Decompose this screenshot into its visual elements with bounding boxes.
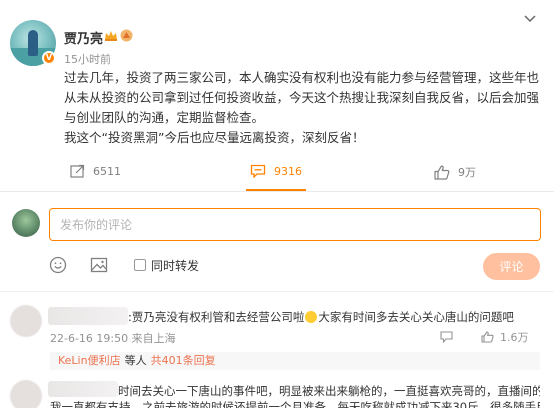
image-icon[interactable] bbox=[90, 256, 108, 274]
commenter-avatar[interactable] bbox=[10, 305, 42, 337]
like-count: 9万 bbox=[458, 166, 476, 179]
reply-etc: 等人 bbox=[124, 354, 147, 367]
thumbs-up-icon[interactable] bbox=[481, 331, 494, 343]
repost-count: 6511 bbox=[93, 164, 121, 178]
commenter-name-redacted bbox=[48, 307, 128, 325]
comment-line: 时间去关心一下唐山的事件吧，明显被来出来躺枪的，一直挺喜欢亮哥的，直播间的产品 bbox=[118, 384, 540, 398]
post-body: 过去几年，投资了两三家公司，本人确实没有权利也没有能力参与经营管理，这些年也从未… bbox=[64, 68, 542, 148]
reply-icon[interactable] bbox=[440, 331, 453, 343]
reply-count-link[interactable]: 共401条回复 bbox=[151, 354, 216, 367]
comment-date: 22-6-16 19:50 bbox=[50, 332, 129, 345]
repost-icon bbox=[70, 164, 85, 178]
like-button[interactable]: 9万 bbox=[434, 164, 476, 180]
repost-button[interactable]: 6511 bbox=[70, 164, 121, 178]
comment-meta: 22-6-16 19:50 来自上海 bbox=[50, 330, 176, 346]
comment-actions: 1.6万 bbox=[440, 329, 529, 345]
comment-icon bbox=[250, 164, 266, 178]
comment-button[interactable]: 9316 bbox=[250, 164, 302, 178]
comment-like-count: 1.6万 bbox=[500, 331, 529, 344]
submit-comment-button[interactable]: 评论 bbox=[483, 253, 540, 280]
repost-checkbox-label[interactable]: 同时转发 bbox=[151, 257, 199, 274]
commenter-avatar[interactable] bbox=[10, 380, 42, 408]
chevron-down-icon[interactable] bbox=[522, 12, 538, 26]
comment-text: 时间去关心一下唐山的事件吧，明显被来出来躺枪的，一直挺喜欢亮哥的，直播间的产品 … bbox=[50, 383, 540, 408]
action-bar-divider bbox=[0, 191, 554, 192]
comment-input[interactable] bbox=[49, 208, 541, 241]
reply-summary[interactable]: KeLin便利店 等人 共401条回复 bbox=[50, 352, 540, 370]
post-paragraph: 过去几年，投资了两三家公司，本人确实没有权利也没有能力参与经营管理，这些年也从未… bbox=[64, 70, 540, 125]
my-avatar[interactable] bbox=[12, 209, 40, 237]
poster-username[interactable]: 贾乃亮 bbox=[64, 28, 103, 47]
repost-checkbox[interactable] bbox=[134, 259, 146, 271]
reply-user-link[interactable]: KeLin便利店 bbox=[58, 354, 121, 367]
comment-line: 我一直都有支持，之前去旅游的时候还提前一个月准备，每天吃称就成功减下来30斤，很… bbox=[50, 400, 540, 408]
post-time[interactable]: 15小时前 bbox=[64, 51, 111, 67]
comment-location: 来自上海 bbox=[131, 332, 176, 345]
thumbs-up-icon bbox=[434, 164, 450, 180]
avatar-figure bbox=[28, 30, 38, 56]
emoji-icon[interactable] bbox=[49, 256, 67, 274]
composer-divider bbox=[0, 291, 554, 292]
comment-text-part: :贾乃亮没有权利管和去经营公司啦 bbox=[128, 310, 305, 324]
comment-text-part: 大家有时间多去关心关心唐山的问题吧 bbox=[318, 310, 514, 324]
fan-badge-icon[interactable] bbox=[120, 29, 133, 42]
comment-text: :贾乃亮没有权利管和去经营公司啦 大家有时间多去关心关心唐山的问题吧 bbox=[128, 309, 514, 325]
cat-emoji-icon bbox=[305, 311, 318, 323]
comment-count: 9316 bbox=[274, 164, 302, 178]
member-crown-icon[interactable] bbox=[104, 30, 118, 42]
verified-badge-icon: V bbox=[42, 51, 56, 65]
post-paragraph: 我这个“投资黑洞”今后也应尽量远离投资，深刻反省！ bbox=[64, 130, 365, 145]
